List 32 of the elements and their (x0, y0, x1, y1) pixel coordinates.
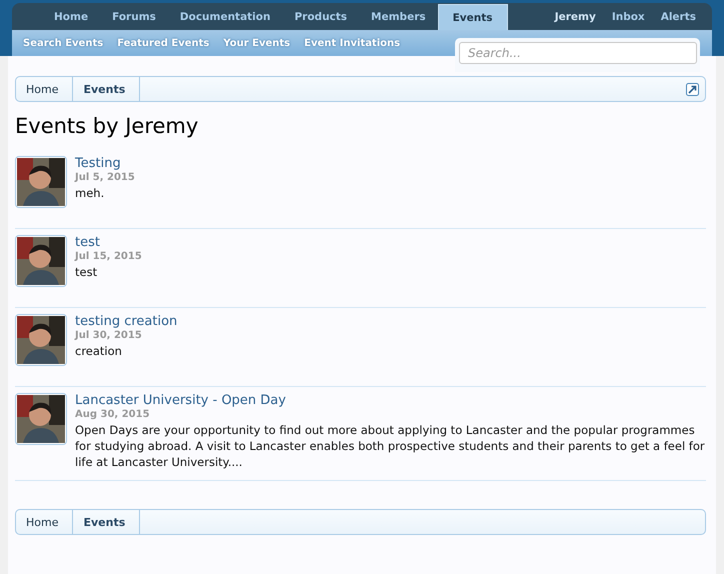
event-date: Jul 15, 2015 (75, 251, 142, 262)
external-link-icon[interactable] (686, 82, 699, 96)
event-description: Open Days are your opportunity to find out more about applying to Lancaster and the popular programmes for studying abroad. A visit to Lancaster enables both prospective students and their parents to get a feel for life at Lancaster University.... (75, 422, 706, 470)
user-link[interactable]: Alerts (652, 3, 704, 30)
event-description: creation (75, 343, 122, 359)
event-date: Jul 30, 2015 (75, 330, 142, 341)
event-description: meh. (75, 185, 104, 201)
nav-tab[interactable]: Home (42, 3, 100, 30)
nav-tab[interactable]: Events (438, 4, 508, 30)
breadcrumb-link[interactable]: Events (73, 77, 140, 101)
breadcrumb-link[interactable]: Home (16, 77, 74, 101)
search-field[interactable]: Search... (459, 42, 697, 64)
nav-tab[interactable]: Documentation (168, 3, 282, 30)
event-date: Aug 30, 2015 (75, 409, 150, 420)
avatar[interactable] (15, 393, 67, 445)
avatar[interactable] (15, 235, 67, 287)
avatar[interactable] (15, 314, 67, 366)
nav-tab[interactable]: Members (359, 3, 438, 30)
event-title-link[interactable]: Lancaster University - Open Day (75, 393, 286, 408)
avatar[interactable] (15, 156, 67, 208)
user-link[interactable]: Jeremy (546, 3, 604, 30)
event-title-link[interactable]: testing creation (75, 314, 178, 329)
nav-tab[interactable]: Products (282, 3, 360, 30)
event-date: Jul 5, 2015 (75, 172, 135, 183)
nav-tab[interactable]: Forums (100, 3, 168, 30)
breadcrumb-link[interactable]: Events (73, 510, 140, 534)
user-link[interactable]: Inbox (604, 3, 653, 30)
event-title-link[interactable]: Testing (75, 156, 121, 171)
breadcrumb-link[interactable]: Home (16, 510, 74, 534)
event-title-link[interactable]: test (75, 235, 100, 250)
page-title: Events by Jeremy (15, 114, 200, 138)
event-description: test (75, 264, 98, 280)
